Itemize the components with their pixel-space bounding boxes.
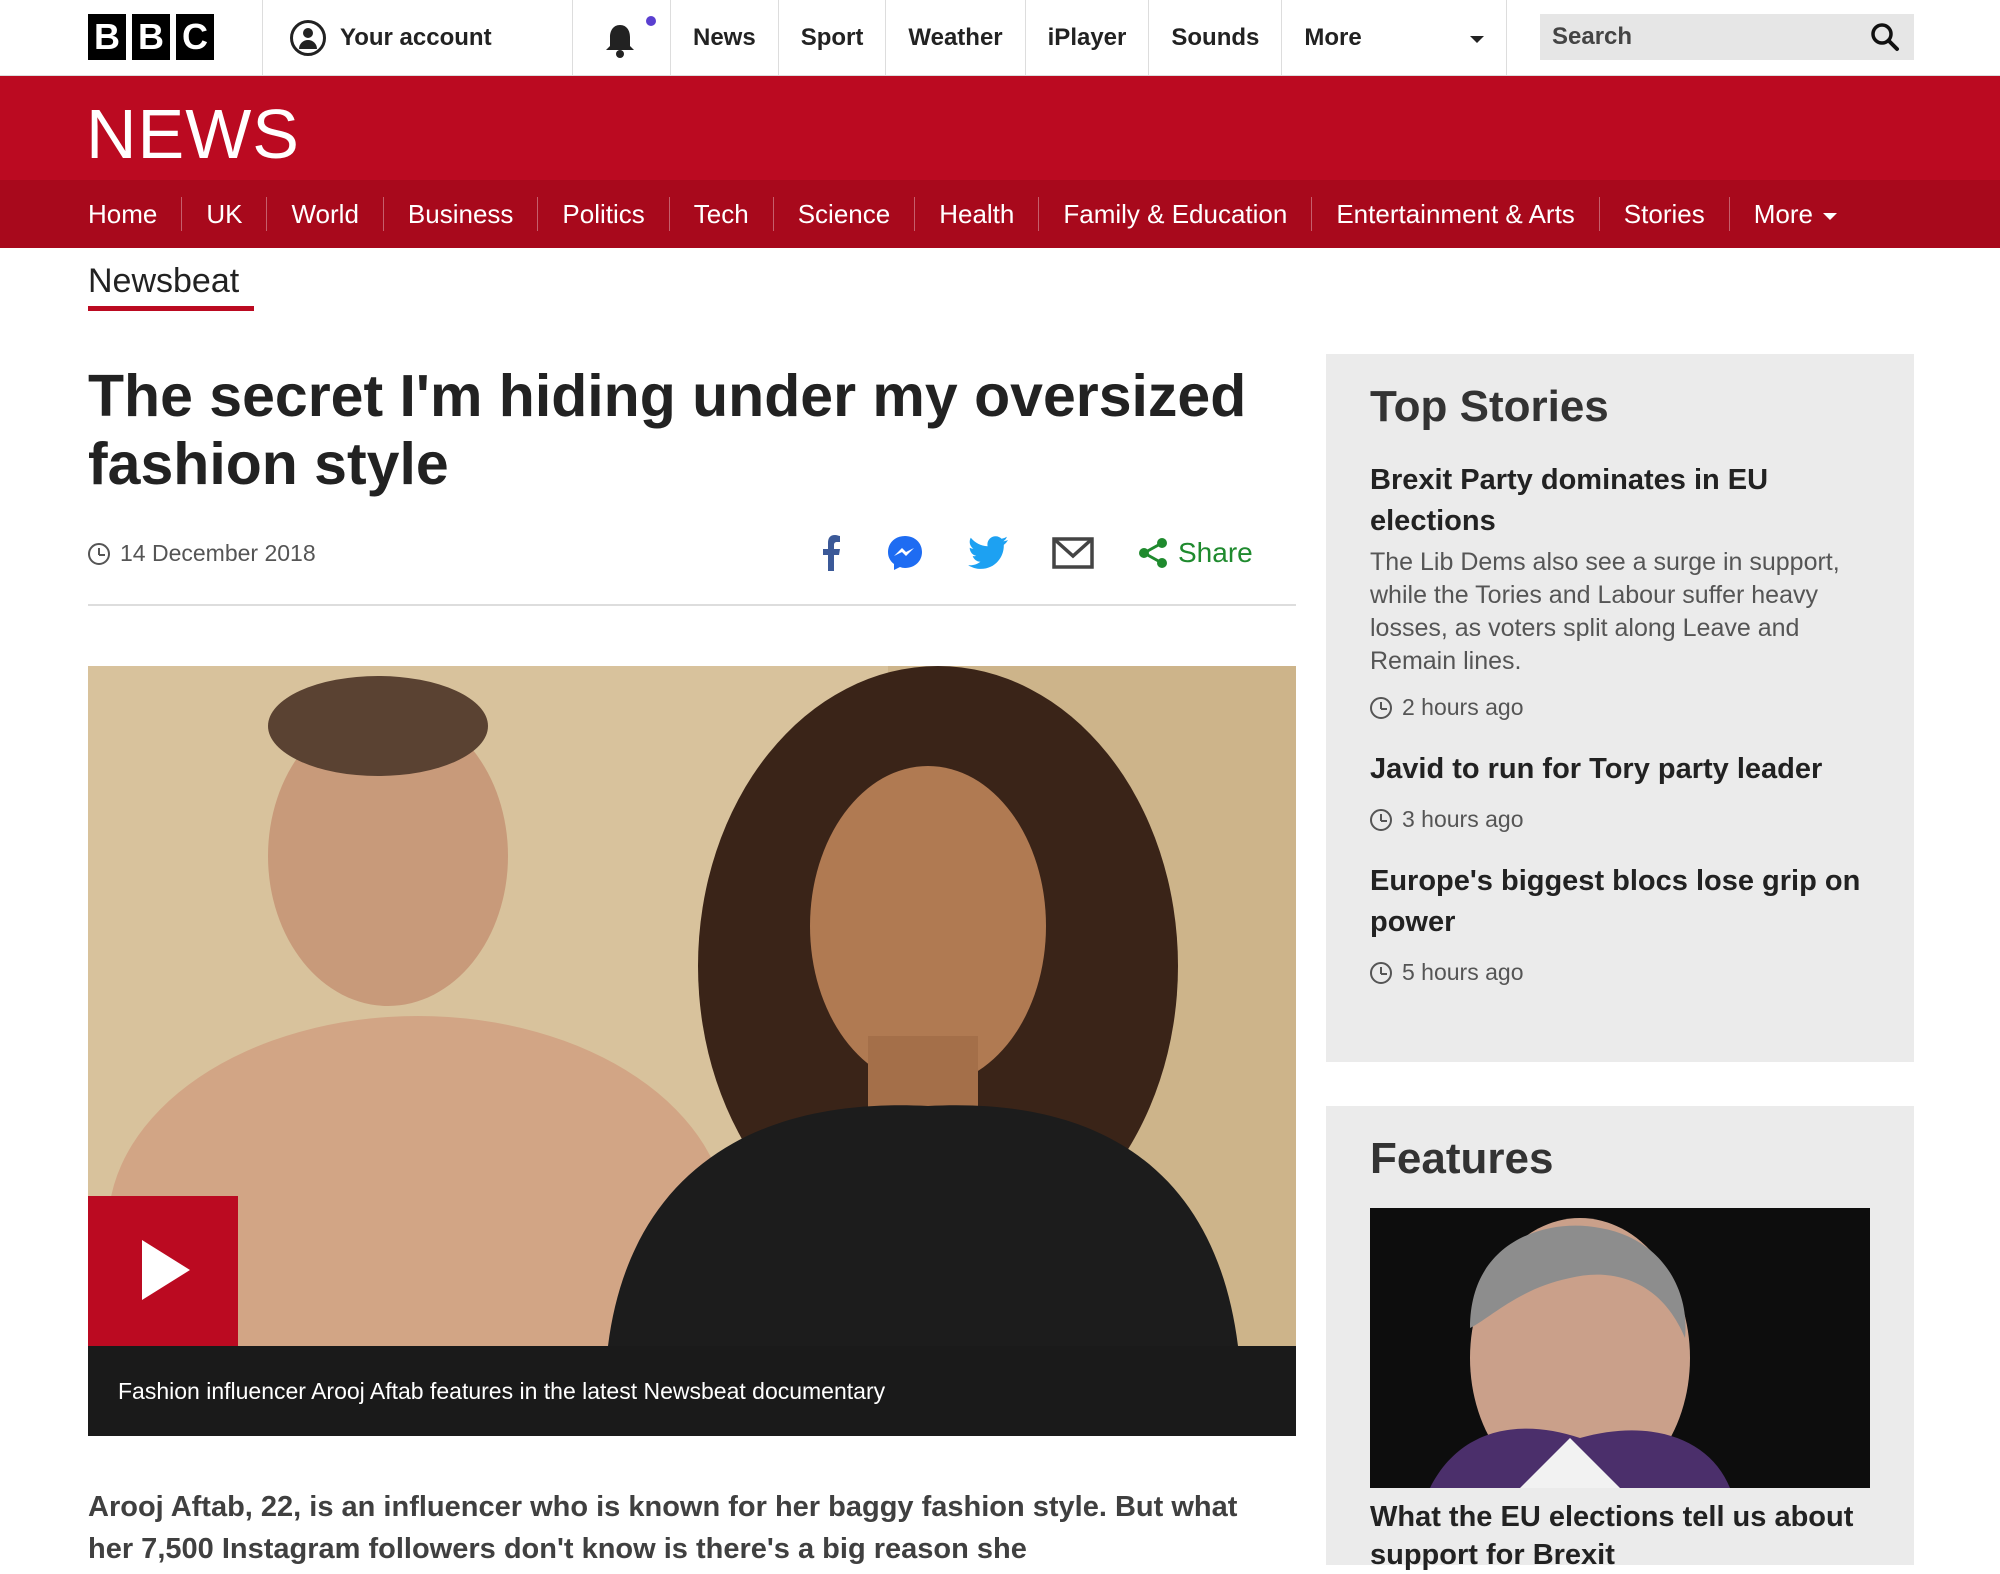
video-thumbnail[interactable] [88,666,1296,1346]
top-nav-weather[interactable]: Weather [886,0,1026,76]
top-story-time: 2 hours ago [1370,694,1870,721]
top-nav-sounds[interactable]: Sounds [1149,0,1283,76]
top-story-item[interactable]: Brexit Party dominates in EU elections T… [1370,460,1870,721]
bbc-logo-letter: C [176,14,214,60]
features-panel: Features What the EU elections tell us a… [1326,1106,1914,1571]
top-nav-sport[interactable]: Sport [779,0,887,76]
search-icon[interactable] [1870,22,1900,52]
features-title: Features [1370,1134,1554,1183]
twitter-icon[interactable] [968,536,1008,570]
top-story-time: 5 hours ago [1370,959,1870,986]
search-placeholder: Search [1552,23,1633,50]
search-input[interactable]: Search [1540,14,1914,60]
news-nav-business[interactable]: Business [384,197,539,231]
news-nav-stories[interactable]: Stories [1600,197,1730,231]
top-story-time-text: 5 hours ago [1402,959,1524,985]
email-icon[interactable] [1052,536,1094,570]
clock-icon [1370,696,1392,719]
divider [88,604,1296,606]
top-nav-news[interactable]: News [670,0,779,76]
article-headline: The secret I'm hiding under my oversized… [88,363,1247,497]
news-nav-world[interactable]: World [267,197,384,231]
news-nav-more[interactable]: More [1729,197,1865,257]
video-still-image [88,666,1296,1346]
facebook-icon[interactable] [820,535,842,571]
clock-icon [1370,961,1392,984]
news-masthead: NEWS Home UK World Business Politics Tec… [0,76,2000,257]
share-label: Share [1178,537,1253,568]
article-meta: 14 December 2018 [88,540,316,567]
news-nav-science[interactable]: Science [774,197,916,231]
top-story-headline[interactable]: Brexit Party dominates in EU elections [1370,460,1870,542]
news-nav-uk[interactable]: UK [182,197,268,231]
chevron-down-icon [1470,36,1485,43]
chevron-down-icon [1822,212,1837,220]
play-icon [142,1240,190,1300]
feature-headline[interactable]: What the EU elections tell us about supp… [1370,1498,1870,1574]
top-story-headline[interactable]: Javid to run for Tory party leader [1370,749,1870,790]
article-intro: Arooj Aftab, 22, is an influencer who is… [88,1491,1238,1565]
top-story-item[interactable]: Javid to run for Tory party leader 3 hou… [1370,749,1870,833]
top-story-time-text: 2 hours ago [1402,694,1524,720]
messenger-icon[interactable] [886,534,924,572]
news-nav-family-education[interactable]: Family & Education [1039,197,1313,231]
clock-icon [1370,808,1392,831]
divider [262,0,263,76]
section-label[interactable]: Newsbeat [88,262,239,301]
news-nav-more-label: More [1753,199,1813,229]
top-nav: News Sport Weather iPlayer Sounds More [670,0,1508,76]
news-nav-health[interactable]: Health [915,197,1040,231]
your-account-link[interactable]: Your account [290,20,492,56]
news-nav-politics[interactable]: Politics [538,197,670,231]
top-stories-panel: Top Stories Brexit Party dominates in EU… [1326,354,1914,1062]
bell-icon[interactable] [600,20,640,60]
top-story-time: 3 hours ago [1370,806,1870,833]
news-nav-tech[interactable]: Tech [670,197,774,231]
feature-image[interactable] [1370,1208,1870,1488]
bbc-logo[interactable]: B B C [88,14,214,60]
top-story-summary: The Lib Dems also see a surge in support… [1370,548,1840,675]
bbc-top-bar: B B C Your account News Sport Weather iP… [0,0,2000,76]
account-label: Your account [340,24,492,51]
top-nav-more-label: More [1304,24,1362,51]
top-story-item[interactable]: Europe's biggest blocs lose grip on powe… [1370,861,1870,986]
top-nav-iplayer[interactable]: iPlayer [1026,0,1150,76]
news-logo[interactable]: NEWS [86,94,300,174]
news-nav: Home UK World Business Politics Tech Sci… [0,180,2000,257]
user-icon [290,20,326,56]
clock-icon [88,542,110,565]
share-button[interactable]: Share [1138,537,1253,569]
notification-dot [646,16,656,26]
top-nav-more[interactable]: More [1282,0,1508,76]
top-story-headline[interactable]: Europe's biggest blocs lose grip on powe… [1370,861,1870,943]
video-caption: Fashion influencer Arooj Aftab features … [88,1346,1296,1436]
top-stories-title: Top Stories [1370,382,1609,431]
share-icon [1139,538,1167,568]
share-tools: Share [820,534,1253,572]
bbc-logo-letter: B [132,14,170,60]
divider [572,0,573,76]
bbc-logo-letter: B [88,14,126,60]
news-nav-entertainment-arts[interactable]: Entertainment & Arts [1312,197,1600,231]
top-story-time-text: 3 hours ago [1402,806,1524,832]
feature-photo [1370,1208,1870,1488]
news-nav-home[interactable]: Home [64,197,183,231]
play-button[interactable] [88,1196,238,1346]
article-date: 14 December 2018 [120,540,316,566]
section-underline [88,306,254,311]
